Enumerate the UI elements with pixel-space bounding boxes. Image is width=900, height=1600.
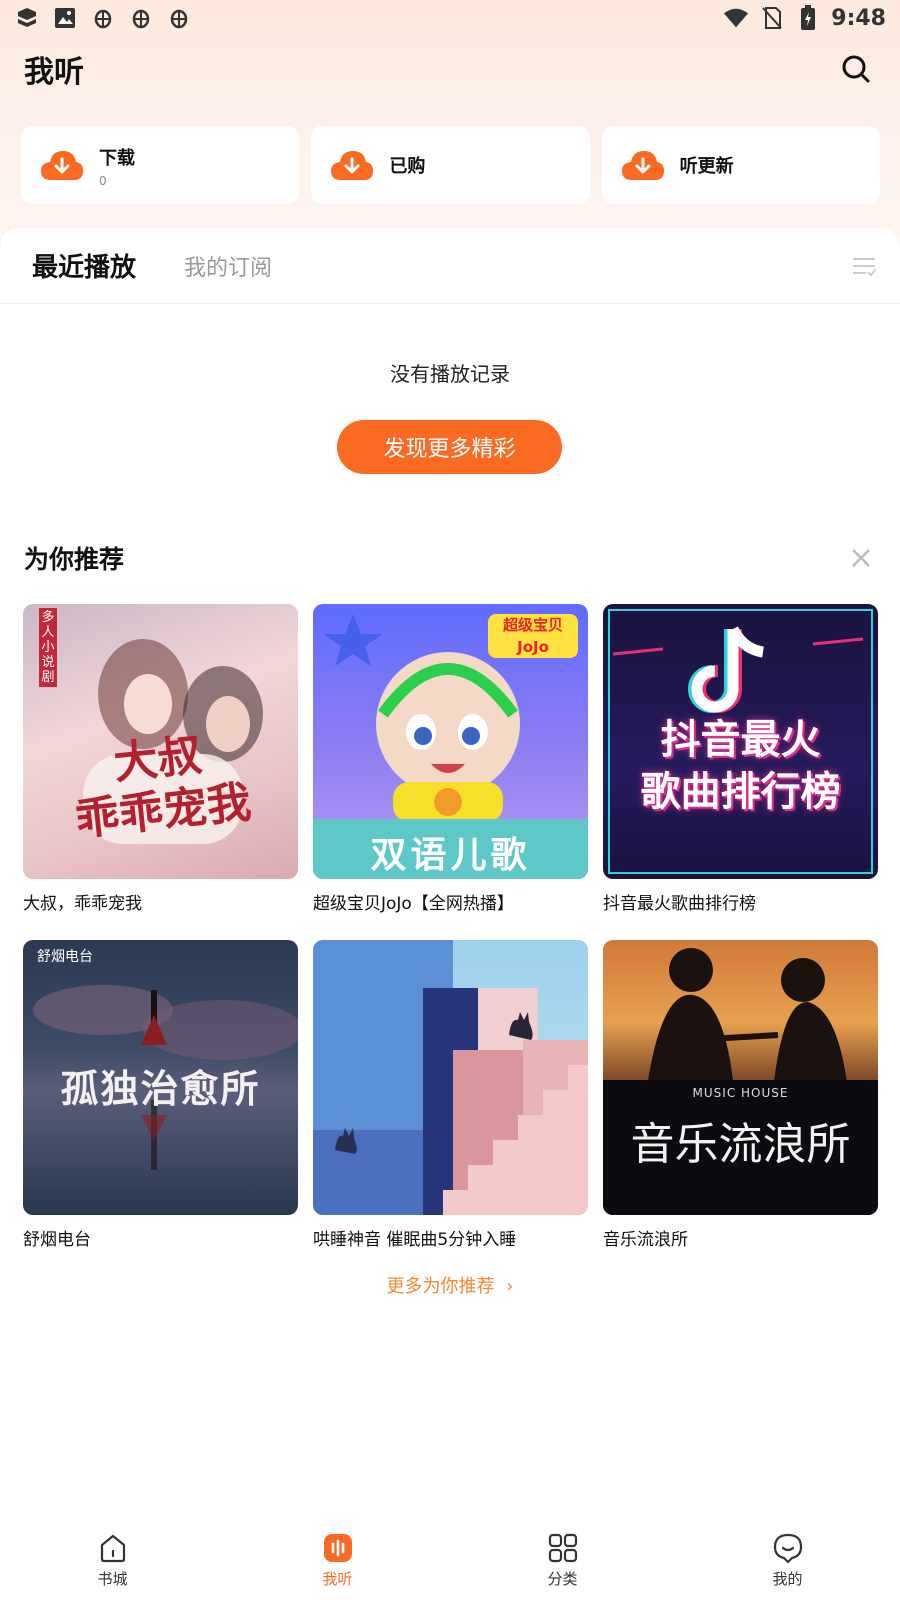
page-title: 我听: [24, 55, 84, 90]
image-icon: [52, 5, 78, 31]
purchased-card[interactable]: 已购: [311, 126, 590, 204]
cover-image: 超级宝贝 JoJo 双语儿歌: [313, 604, 588, 879]
cover-title: 音乐流浪所: [630, 1119, 851, 1170]
listen-icon: [321, 1531, 355, 1565]
card-title: 音乐流浪所: [603, 1230, 688, 1250]
cloud-download-icon: [621, 151, 664, 180]
search-icon: [842, 55, 870, 83]
search-button[interactable]: [836, 49, 876, 89]
no-sim-icon: [759, 5, 785, 31]
card-title: 哄睡神音 催眠曲5分钟入睡: [313, 1230, 517, 1250]
cover-image: MUSIC HOUSE 音乐流浪所: [603, 940, 878, 1215]
card-title: 大叔，乖乖宠我: [23, 894, 142, 914]
recommend-card[interactable]: 哄睡神音 催眠曲5分钟入睡: [313, 940, 588, 1250]
cover-image: 舒烟电台 孤独治愈所: [23, 940, 298, 1215]
recommend-title: 为你推荐: [24, 545, 125, 574]
list-menu-icon[interactable]: [850, 252, 878, 280]
cover-image: 抖音最火 歌曲排行榜: [603, 604, 878, 879]
bottom-nav: 书城 我听 分类 我的: [0, 1520, 900, 1600]
bug-icon: [90, 5, 116, 31]
recommend-card[interactable]: 超级宝贝 JoJo 双语儿歌 超级宝贝JoJo【全网热播】: [313, 604, 588, 914]
cover-title: 抖音最火 歌曲排行榜: [640, 717, 841, 815]
cover-badge: 超级宝贝 JoJo: [488, 614, 578, 658]
nav-label: 书城: [97, 1570, 128, 1588]
profile-icon: [771, 1531, 805, 1565]
bug-icon: [128, 5, 154, 31]
discover-more-button[interactable]: 发现更多精彩: [337, 420, 562, 474]
recommend-card[interactable]: 舒烟电台 孤独治愈所 舒烟电台: [23, 940, 298, 1250]
close-icon[interactable]: [846, 543, 876, 573]
main-panel: 最近播放 我的订阅 没有播放记录 发现更多精彩 为你推荐 多人小说剧 大叔 乖乖…: [0, 228, 900, 1528]
wifi-icon: [723, 5, 749, 31]
nav-bookstore[interactable]: 书城: [0, 1520, 225, 1600]
card-title: 抖音最火歌曲排行榜: [603, 894, 756, 914]
nav-profile[interactable]: 我的: [675, 1520, 900, 1600]
status-bar: 9:48: [0, 0, 900, 36]
card-title: 舒烟电台: [23, 1230, 91, 1250]
recommend-card[interactable]: 抖音最火 歌曲排行榜 抖音最火歌曲排行榜: [603, 604, 878, 914]
recommend-card[interactable]: MUSIC HOUSE 音乐流浪所 音乐流浪所: [603, 940, 878, 1250]
more-recommendations-link[interactable]: 更多为你推荐 ›: [0, 1272, 900, 1298]
tab-subscriptions[interactable]: 我的订阅: [184, 250, 272, 282]
updates-label: 听更新: [679, 156, 734, 177]
download-count: 0: [99, 174, 107, 188]
cover-badge: 多人小说剧: [39, 608, 57, 687]
nav-listen[interactable]: 我听: [225, 1520, 450, 1600]
cloud-download-icon: [331, 151, 374, 180]
download-label: 下载: [99, 148, 135, 169]
purchased-label: 已购: [389, 156, 426, 177]
recommend-card[interactable]: 多人小说剧 大叔 乖乖宠我 大叔，乖乖宠我: [23, 604, 298, 914]
bug-icon: [166, 5, 192, 31]
status-time: 9:48: [831, 5, 886, 31]
app-icon: [14, 5, 40, 31]
updates-card[interactable]: 听更新: [601, 126, 880, 204]
card-title: 超级宝贝JoJo【全网热播】: [313, 894, 514, 914]
cover-badge: MUSIC HOUSE: [692, 1086, 789, 1100]
nav-label: 我听: [322, 1570, 353, 1588]
chevron-right-icon: ›: [506, 1276, 514, 1297]
tab-bar: 最近播放 我的订阅: [0, 228, 900, 304]
home-icon: [96, 1531, 130, 1565]
cover-badge: 舒烟电台: [37, 949, 93, 965]
nav-label: 我的: [772, 1570, 803, 1588]
nav-category[interactable]: 分类: [450, 1520, 675, 1600]
cover-title: 双语儿歌: [370, 835, 531, 876]
page-header: 我听: [0, 44, 900, 94]
cloud-download-icon: [41, 151, 83, 180]
more-recommendations-label: 更多为你推荐: [386, 1276, 495, 1297]
cover-image: [313, 940, 588, 1215]
tab-recent[interactable]: 最近播放: [32, 247, 136, 284]
cover-title: 孤独治愈所: [60, 1067, 261, 1111]
download-card[interactable]: 下载 0: [21, 126, 300, 204]
cover-image: 多人小说剧 大叔 乖乖宠我: [23, 604, 298, 879]
quick-actions: 下载 0 已购 听更新: [21, 126, 880, 204]
grid-icon: [546, 1531, 580, 1565]
recommend-grid: 多人小说剧 大叔 乖乖宠我 大叔，乖乖宠我 超级宝贝 JoJo 双语儿歌 超级宝…: [23, 604, 878, 1250]
recommend-header: 为你推荐: [24, 540, 876, 576]
empty-message: 没有播放记录: [390, 362, 510, 386]
battery-charging-icon: [795, 5, 821, 31]
nav-label: 分类: [547, 1570, 578, 1588]
